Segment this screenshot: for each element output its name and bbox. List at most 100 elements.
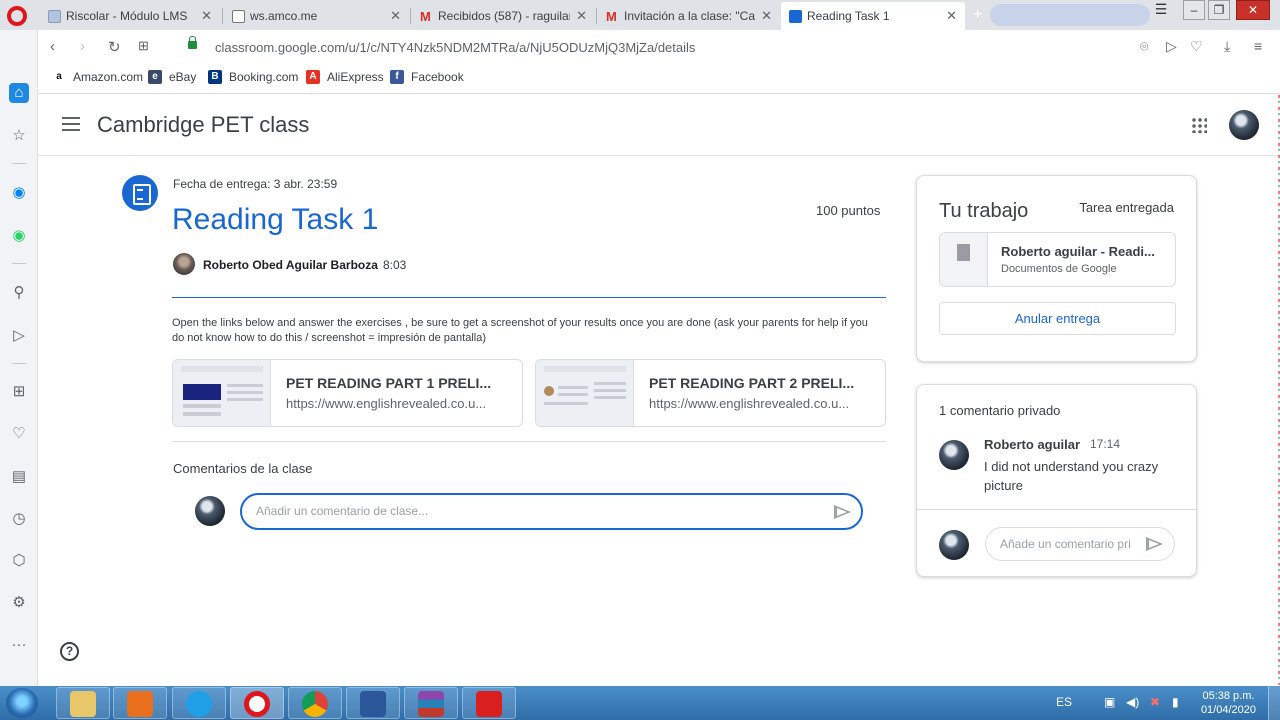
lock-icon — [188, 36, 197, 49]
easy-setup-menu-icon[interactable]: ≡ — [1254, 38, 1262, 54]
forward-icon[interactable]: › — [80, 38, 85, 55]
start-button[interactable] — [6, 688, 38, 718]
language-indicator[interactable]: ES — [1056, 695, 1072, 709]
attachment-link-part2[interactable]: PET READING PART 2 PRELI... https://www.… — [535, 359, 886, 427]
winrar-icon — [418, 691, 444, 717]
tab-reading-task[interactable]: Reading Task 1 ✕ — [781, 2, 965, 30]
bookmark-facebook[interactable]: f Facebook — [390, 70, 464, 84]
send-to-flow-icon[interactable]: ▷ — [1166, 38, 1177, 55]
close-icon[interactable]: ✕ — [201, 8, 212, 24]
taskbar-internet-explorer[interactable] — [172, 687, 226, 719]
class-comments-label: Comentarios de la clase — [173, 461, 313, 476]
history-clock-icon[interactable]: ◷ — [9, 509, 29, 529]
volume-icon[interactable]: ◀) — [1126, 695, 1139, 709]
class-comment-box[interactable] — [240, 493, 863, 530]
restore-button[interactable]: ❐ — [1208, 0, 1230, 20]
bookmark-booking[interactable]: B Booking.com — [208, 70, 298, 84]
signal-icon[interactable]: ▮ — [1172, 695, 1179, 709]
network-warning-icon[interactable]: ✖ — [1150, 695, 1160, 709]
taskbar-opera[interactable] — [230, 687, 284, 719]
extensions-cube-icon[interactable]: ⬡ — [9, 551, 29, 571]
whatsapp-icon[interactable]: ◉ — [9, 226, 29, 246]
url-field[interactable]: classroom.google.com/u/1/c/NTY4Nzk5NDM2M… — [215, 40, 695, 55]
private-comments-card: 1 comentario privado Roberto aguilar 17:… — [916, 384, 1198, 577]
flow-send-icon[interactable]: ▷ — [9, 326, 29, 346]
tab-separator — [596, 8, 597, 24]
class-comment-input[interactable] — [256, 504, 816, 518]
help-icon[interactable]: ? — [60, 642, 79, 661]
assignment-title: Reading Task 1 — [172, 203, 379, 236]
home-icon[interactable]: ⌂ — [9, 83, 29, 103]
close-icon[interactable]: ✕ — [390, 8, 401, 24]
booking-icon: B — [208, 70, 222, 84]
more-icon[interactable]: ··· — [9, 635, 29, 655]
close-window-button[interactable]: ✕ — [1236, 0, 1270, 20]
class-title[interactable]: Cambridge PET class — [97, 112, 309, 138]
system-clock[interactable]: 05:38 p.m. 01/04/2020 — [1201, 689, 1256, 717]
search-icon[interactable]: ⚲ — [9, 283, 29, 303]
minimize-button[interactable]: – — [1183, 0, 1205, 20]
ebay-icon: e — [148, 70, 162, 84]
tray-usb-icon[interactable]: ▣ — [1104, 695, 1115, 709]
close-icon[interactable]: ✕ — [576, 8, 587, 24]
attachment-title: PET READING PART 1 PRELI... — [286, 375, 492, 391]
submission-status: Tarea entregada — [1079, 200, 1174, 215]
hamburger-menu-icon[interactable] — [62, 117, 80, 131]
tab-title: Invitación a la clase: "Camb — [624, 9, 755, 23]
reload-icon[interactable]: ↻ — [108, 38, 121, 56]
downloads-icon[interactable]: ⤓ — [1224, 38, 1230, 55]
back-icon[interactable]: ‹ — [50, 38, 55, 55]
attachment-link-part1[interactable]: PET READING PART 1 PRELI... https://www.… — [172, 359, 523, 427]
send-icon[interactable] — [1146, 537, 1163, 551]
attachment-title: PET READING PART 2 PRELI... — [649, 375, 855, 391]
tab-gmail-inbox[interactable]: M Recibidos (587) - raguilar@ ✕ — [412, 2, 595, 30]
divider — [172, 441, 886, 442]
private-comment-box[interactable] — [985, 527, 1175, 561]
show-desktop-button[interactable] — [1268, 686, 1280, 720]
speed-dial-icon[interactable]: ⊞ — [138, 38, 149, 54]
snapshot-icon[interactable]: ⌾ — [1140, 38, 1148, 55]
taskbar-explorer[interactable] — [56, 687, 110, 719]
bookmarks-bar: a Amazon.com e eBay B Booking.com A AliE… — [38, 64, 1280, 94]
taskbar-word[interactable] — [346, 687, 400, 719]
google-apps-icon[interactable] — [1191, 117, 1207, 133]
easy-setup-icon[interactable]: ☰ — [1150, 0, 1172, 20]
windows-taskbar: ES ▣ ◀) ✖ ▮ 05:38 p.m. 01/04/2020 — [0, 686, 1280, 720]
unsubmit-button[interactable]: Anular entrega — [939, 302, 1176, 335]
tab-strip-overlay — [990, 4, 1150, 26]
tab-amco[interactable]: ws.amco.me ✕ — [224, 2, 409, 30]
post-time: 8:03 — [383, 258, 407, 272]
close-icon[interactable]: ✕ — [761, 8, 772, 24]
news-icon[interactable]: ▤ — [9, 467, 29, 487]
bookmark-ebay[interactable]: e eBay — [148, 70, 196, 84]
bookmark-aliexpress[interactable]: A AliExpress — [306, 70, 384, 84]
bookmarks-star-icon[interactable]: ☆ — [9, 126, 29, 146]
settings-gear-icon[interactable]: ⚙ — [9, 593, 29, 613]
bookmark-label: Booking.com — [229, 70, 299, 84]
opera-logo-icon[interactable] — [7, 6, 27, 26]
account-avatar[interactable] — [1229, 110, 1259, 140]
bookmark-heart-icon[interactable]: ♡ — [1190, 38, 1203, 55]
assignment-icon — [122, 175, 158, 211]
bookmark-amazon[interactable]: a Amazon.com — [52, 70, 143, 84]
taskbar-acrobat[interactable] — [462, 687, 516, 719]
media-player-icon — [127, 691, 153, 717]
private-comment-input[interactable] — [1000, 537, 1140, 551]
tab-riscolar[interactable]: Riscolar - Módulo LMS ✕ — [40, 2, 220, 30]
taskbar-winrar[interactable] — [404, 687, 458, 719]
messenger-icon[interactable]: ◉ — [9, 183, 29, 203]
riscolar-favicon-icon — [48, 9, 61, 23]
page-favicon-icon — [232, 9, 245, 23]
close-icon[interactable]: ✕ — [946, 8, 957, 24]
divider — [917, 509, 1198, 510]
heart-icon[interactable]: ♡ — [9, 424, 29, 444]
address-bar: ‹ › ↻ ⊞ classroom.google.com/u/1/c/NTY4N… — [38, 30, 1280, 64]
submitted-document[interactable]: Roberto aguilar - Readi... Documentos de… — [939, 232, 1176, 287]
speed-dial-icon[interactable]: ⊞ — [9, 382, 29, 402]
new-tab-icon[interactable]: + — [973, 6, 982, 24]
tab-gmail-invitation[interactable]: M Invitación a la clase: "Camb ✕ — [598, 2, 780, 30]
tab-separator — [222, 8, 223, 24]
taskbar-media-player[interactable] — [113, 687, 167, 719]
send-icon[interactable] — [834, 505, 851, 519]
taskbar-chrome[interactable] — [288, 687, 342, 719]
